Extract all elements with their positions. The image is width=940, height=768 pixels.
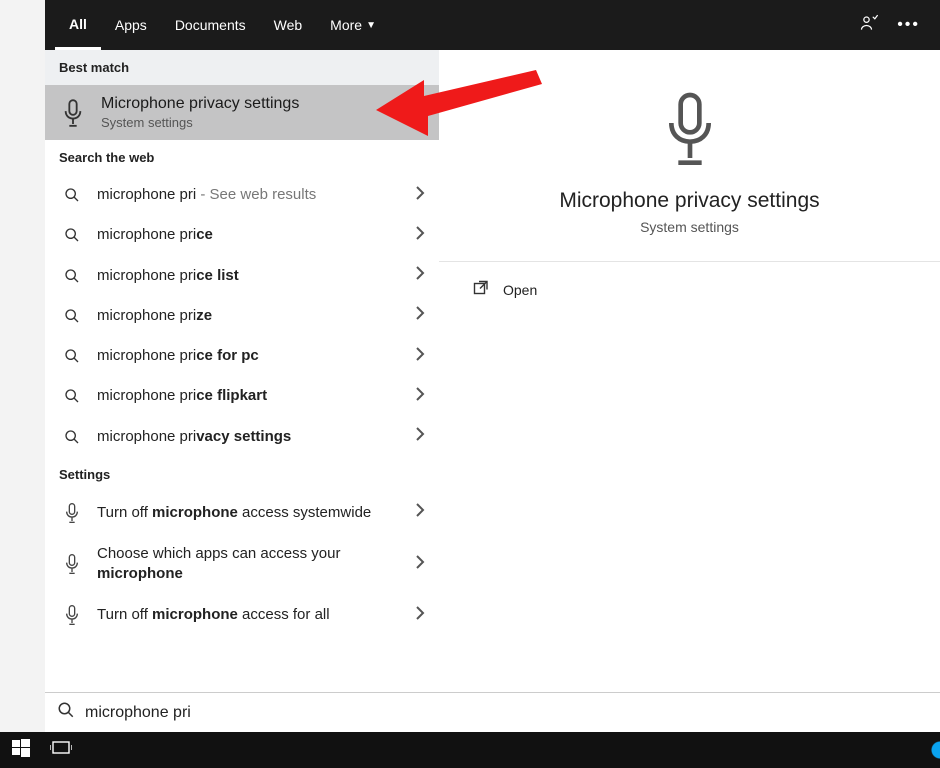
chevron-right-icon: [415, 555, 425, 574]
result-label: microphone price flipkart: [97, 386, 401, 406]
result-label: microphone price for pc: [97, 346, 401, 366]
open-action[interactable]: Open: [439, 262, 571, 317]
search-icon: [61, 227, 83, 243]
best-match-title: Microphone privacy settings: [101, 95, 299, 113]
result-label: microphone pri - See web results: [97, 185, 401, 205]
section-header-search-web: Search the web: [45, 140, 439, 175]
start-button[interactable]: [12, 739, 30, 762]
search-icon: [61, 187, 83, 203]
tab-label: Web: [274, 17, 303, 33]
tab-label: More: [330, 17, 362, 33]
results-list: Best match Microphone privacy settings S…: [45, 50, 439, 732]
search-icon: [61, 388, 83, 404]
microphone-icon: [59, 98, 87, 128]
task-view-icon[interactable]: [50, 739, 72, 762]
chevron-right-icon: [415, 387, 425, 406]
tab-web[interactable]: Web: [260, 0, 317, 50]
microphone-icon: [61, 502, 83, 524]
filter-tab-bar: All Apps Documents Web More ▼ •••: [45, 0, 940, 50]
web-result-item[interactable]: microphone price list: [45, 256, 439, 296]
tab-all[interactable]: All: [55, 0, 101, 50]
result-label: microphone privacy settings: [97, 427, 401, 447]
settings-result-item[interactable]: Turn off microphone access for all: [45, 594, 439, 636]
left-margin-strip: [0, 0, 45, 732]
result-label: Turn off microphone access systemwide: [97, 503, 401, 523]
results-body: Best match Microphone privacy settings S…: [45, 50, 940, 732]
search-icon: [57, 701, 75, 724]
best-match-item[interactable]: Microphone privacy settings System setti…: [45, 85, 439, 140]
result-label: Choose which apps can access your microp…: [97, 544, 401, 585]
more-options-icon[interactable]: •••: [897, 16, 920, 34]
web-result-item[interactable]: microphone price: [45, 215, 439, 255]
chevron-right-icon: [415, 503, 425, 522]
chevron-right-icon: [415, 266, 425, 285]
result-label: microphone prize: [97, 306, 401, 326]
chevron-right-icon: [415, 427, 425, 446]
tab-more[interactable]: More ▼: [316, 0, 390, 50]
cortana-icon[interactable]: [924, 732, 940, 768]
preview-panel: Microphone privacy settings System setti…: [439, 50, 940, 732]
section-header-settings: Settings: [45, 457, 439, 492]
tab-label: All: [69, 16, 87, 32]
chevron-right-icon: [415, 306, 425, 325]
search-icon: [61, 429, 83, 445]
microphone-icon: [61, 604, 83, 626]
tab-apps[interactable]: Apps: [101, 0, 161, 50]
settings-result-item[interactable]: Turn off microphone access systemwide: [45, 492, 439, 534]
chevron-right-icon: [415, 186, 425, 205]
search-icon: [61, 348, 83, 364]
preview-subtitle: System settings: [640, 219, 739, 235]
best-match-subtitle: System settings: [101, 115, 299, 130]
feedback-icon[interactable]: [859, 13, 879, 38]
search-icon: [61, 268, 83, 284]
web-result-item[interactable]: microphone price for pc: [45, 336, 439, 376]
preview-content: Microphone privacy settings System setti…: [439, 50, 940, 317]
tab-documents[interactable]: Documents: [161, 0, 260, 50]
open-label: Open: [503, 282, 537, 298]
web-result-item[interactable]: microphone pri - See web results: [45, 175, 439, 215]
web-result-item[interactable]: microphone prize: [45, 296, 439, 336]
chevron-down-icon: ▼: [366, 20, 376, 31]
web-result-item[interactable]: microphone price flipkart: [45, 376, 439, 416]
chevron-right-icon: [415, 226, 425, 245]
taskbar: [0, 732, 940, 768]
chevron-right-icon: [415, 347, 425, 366]
web-result-item[interactable]: microphone privacy settings: [45, 417, 439, 457]
result-label: microphone price: [97, 225, 401, 245]
settings-result-item[interactable]: Choose which apps can access your microp…: [45, 534, 439, 595]
search-icon: [61, 308, 83, 324]
result-label: Turn off microphone access for all: [97, 605, 401, 625]
microphone-icon: [61, 553, 83, 575]
open-icon: [473, 280, 489, 299]
preview-title: Microphone privacy settings: [559, 189, 819, 213]
tab-label: Apps: [115, 17, 147, 33]
section-header-best-match: Best match: [45, 50, 439, 85]
search-window: All Apps Documents Web More ▼ ••• Best ma…: [45, 0, 940, 732]
top-right-controls: •••: [859, 13, 930, 38]
result-label: microphone price list: [97, 266, 401, 286]
search-input[interactable]: [85, 704, 928, 722]
tab-label: Documents: [175, 17, 246, 33]
chevron-right-icon: [415, 606, 425, 625]
search-bar[interactable]: [45, 692, 940, 732]
best-match-text: Microphone privacy settings System setti…: [101, 95, 299, 130]
microphone-icon: [662, 90, 718, 175]
